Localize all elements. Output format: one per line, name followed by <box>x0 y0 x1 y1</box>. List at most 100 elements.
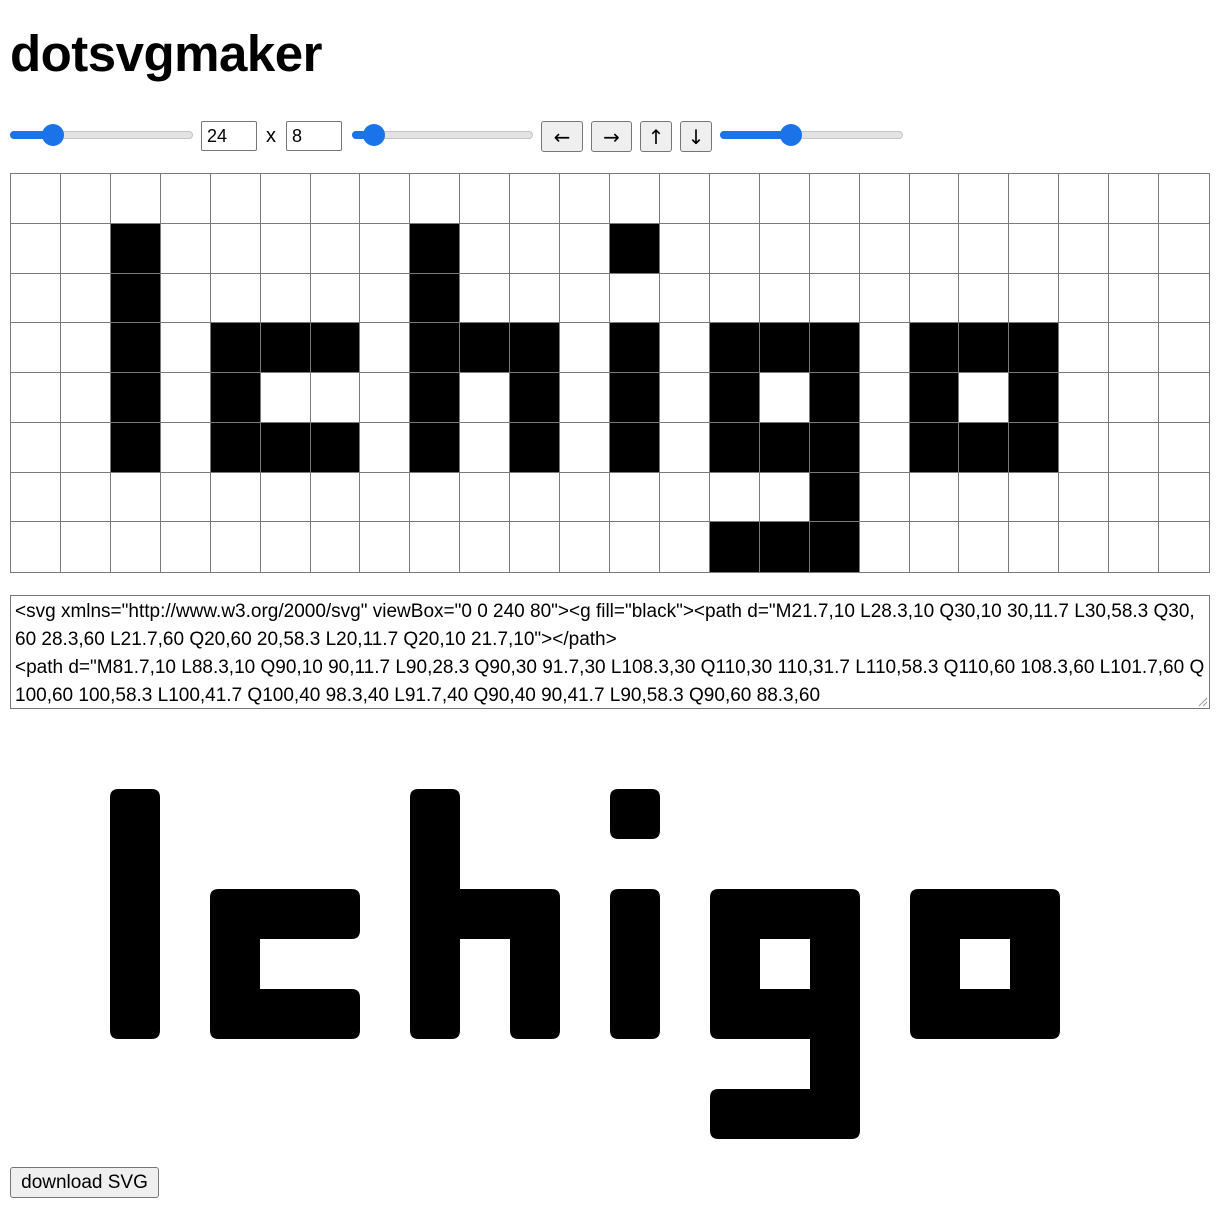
grid-cell[interactable] <box>959 323 1010 373</box>
grid-cell[interactable] <box>610 273 660 324</box>
grid-cell[interactable] <box>110 174 161 224</box>
grid-cell[interactable] <box>809 323 860 373</box>
download-svg-button[interactable]: download SVG <box>10 1167 159 1198</box>
grid-cell[interactable] <box>310 422 361 473</box>
shift-up-button[interactable]: ↑ <box>640 121 672 152</box>
grid-cell[interactable] <box>410 223 461 274</box>
grid-cell[interactable] <box>759 273 810 324</box>
grid-cell[interactable] <box>709 174 760 224</box>
grid-cell[interactable] <box>1009 472 1060 523</box>
grid-cell[interactable] <box>260 422 311 473</box>
grid-cell[interactable] <box>11 273 61 324</box>
grid-cell[interactable] <box>510 522 561 572</box>
grid-cell[interactable] <box>560 522 610 572</box>
grid-cell[interactable] <box>1109 323 1160 373</box>
grid-cell[interactable] <box>310 174 361 224</box>
grid-cell[interactable] <box>310 323 361 373</box>
grid-cell[interactable] <box>1059 223 1110 274</box>
grid-cell[interactable] <box>110 273 161 324</box>
grid-cell[interactable] <box>709 273 760 324</box>
grid-cell[interactable] <box>1059 472 1110 523</box>
grid-cell[interactable] <box>809 472 860 523</box>
grid-cell[interactable] <box>510 472 561 523</box>
grid-cell[interactable] <box>659 522 710 572</box>
grid-cell[interactable] <box>510 223 561 274</box>
grid-cell[interactable] <box>410 522 461 572</box>
grid-cell[interactable] <box>260 323 311 373</box>
grid-cell[interactable] <box>410 273 461 324</box>
grid-cell[interactable] <box>410 323 461 373</box>
grid-cell[interactable] <box>759 223 810 274</box>
grid-cell[interactable] <box>110 472 161 523</box>
grid-cell[interactable] <box>11 522 61 572</box>
grid-cell[interactable] <box>360 223 411 274</box>
grid-cell[interactable] <box>1009 422 1060 473</box>
grid-cell[interactable] <box>1009 373 1060 423</box>
grid-cell[interactable] <box>759 174 810 224</box>
grid-cell[interactable] <box>909 373 960 423</box>
grid-cell[interactable] <box>410 422 461 473</box>
grid-cell[interactable] <box>809 422 860 473</box>
grid-cell[interactable] <box>310 223 361 274</box>
grid-cell[interactable] <box>11 223 61 274</box>
slider-thumb[interactable] <box>42 124 65 146</box>
cell-size-slider[interactable] <box>10 124 193 146</box>
grid-cell[interactable] <box>659 472 710 523</box>
grid-cell[interactable] <box>1159 273 1209 324</box>
grid-cell[interactable] <box>560 472 610 523</box>
grid-cell[interactable] <box>759 373 810 423</box>
grid-cell[interactable] <box>709 373 760 423</box>
grid-cell[interactable] <box>659 223 710 274</box>
grid-cell[interactable] <box>809 373 860 423</box>
grid-cell[interactable] <box>110 323 161 373</box>
grid-cell[interactable] <box>909 174 960 224</box>
grid-cell[interactable] <box>859 373 910 423</box>
grid-cell[interactable] <box>360 422 411 473</box>
grid-cell[interactable] <box>260 522 311 572</box>
grid-cell[interactable] <box>11 422 61 473</box>
grid-cell[interactable] <box>460 323 511 373</box>
grid-cell[interactable] <box>210 472 261 523</box>
grid-cell[interactable] <box>60 522 111 572</box>
grid-cell[interactable] <box>60 174 111 224</box>
grid-cell[interactable] <box>160 422 211 473</box>
grid-cell[interactable] <box>959 223 1010 274</box>
grid-cell[interactable] <box>310 273 361 324</box>
grid-cell[interactable] <box>460 373 511 423</box>
grid-cell[interactable] <box>859 472 910 523</box>
grid-cell[interactable] <box>859 323 910 373</box>
grid-cell[interactable] <box>460 522 511 572</box>
grid-cell[interactable] <box>659 273 710 324</box>
grid-cell[interactable] <box>11 373 61 423</box>
grid-cell[interactable] <box>110 422 161 473</box>
grid-cell[interactable] <box>1159 174 1209 224</box>
grid-cell[interactable] <box>160 522 211 572</box>
grid-cell[interactable] <box>260 273 311 324</box>
grid-cell[interactable] <box>959 422 1010 473</box>
grid-cell[interactable] <box>1059 422 1110 473</box>
grid-cell[interactable] <box>1059 323 1110 373</box>
shift-left-button[interactable]: ← <box>541 121 583 152</box>
grid-cell[interactable] <box>210 273 261 324</box>
grid-cell[interactable] <box>759 522 810 572</box>
grid-cell[interactable] <box>909 273 960 324</box>
grid-cell[interactable] <box>759 323 810 373</box>
grid-cell[interactable] <box>210 323 261 373</box>
grid-cell[interactable] <box>809 174 860 224</box>
grid-cell[interactable] <box>460 174 511 224</box>
grid-cell[interactable] <box>1059 174 1110 224</box>
grid-cell[interactable] <box>659 422 710 473</box>
grid-cell[interactable] <box>1009 273 1060 324</box>
grid-cell[interactable] <box>759 422 810 473</box>
grid-cell[interactable] <box>859 273 910 324</box>
grid-cell[interactable] <box>1109 174 1160 224</box>
grid-cell[interactable] <box>310 373 361 423</box>
grid-cell[interactable] <box>260 472 311 523</box>
grid-cell[interactable] <box>610 472 660 523</box>
grid-cell[interactable] <box>310 522 361 572</box>
grid-cell[interactable] <box>410 174 461 224</box>
grid-cell[interactable] <box>610 422 660 473</box>
grid-cell[interactable] <box>160 174 211 224</box>
grid-cell[interactable] <box>959 472 1010 523</box>
grid-cell[interactable] <box>210 373 261 423</box>
